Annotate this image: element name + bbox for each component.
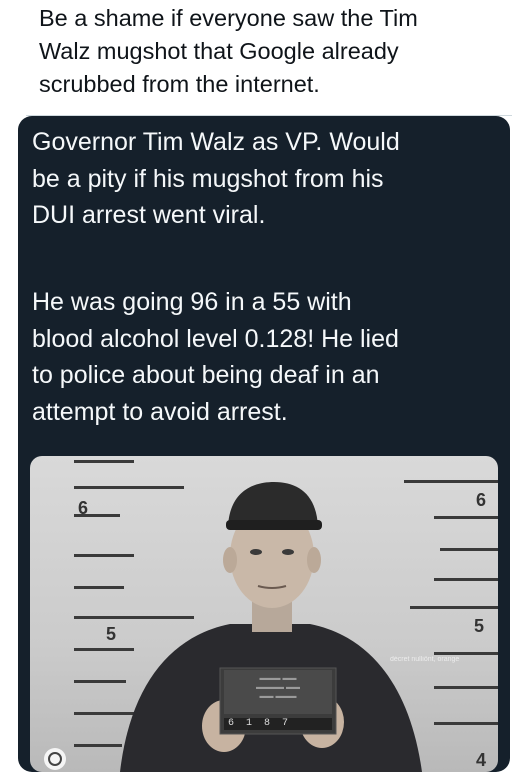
card-paragraph-2: He was going 96 in a 55 with blood alcoh…: [32, 288, 399, 426]
placard-text: ▬▬▬ ▬▬ ▬▬▬▬ ▬▬ ▬▬ ▬▬▬: [256, 675, 300, 700]
quoted-image-card[interactable]: Governor Tim Walz as VP. Would be a pity…: [18, 116, 510, 772]
card-paragraph-1: Governor Tim Walz as VP. Would be a pity…: [32, 128, 400, 229]
alt-text-icon[interactable]: [42, 746, 68, 772]
placard-numbers: 6 1 8 7: [228, 718, 292, 729]
mugshot-photo: 6 5 6 5 4 ▬▬▬ ▬▬ ▬▬▬▬ ▬▬ ▬▬ ▬▬▬ 6 1 8 7 …: [30, 456, 498, 772]
tweet-text: Be a shame if everyone saw the Tim Walz …: [39, 5, 418, 97]
watermark: décret nulliönt, orange: [390, 656, 460, 663]
